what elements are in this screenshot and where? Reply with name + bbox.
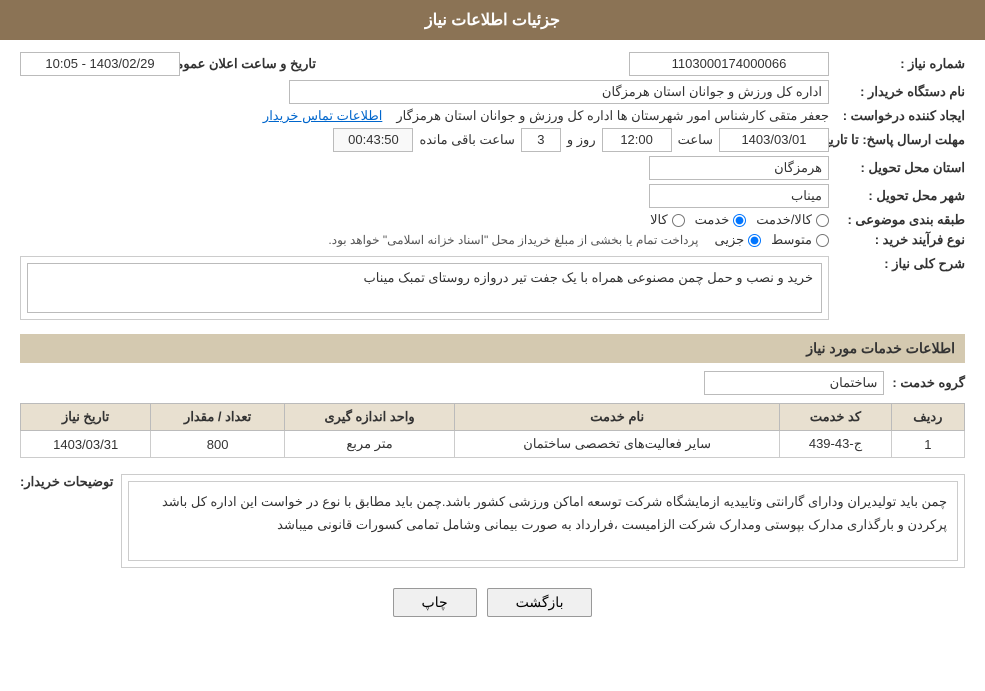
need-description-value: خرید و نصب و حمل چمن مصنوعی همراه با یک … (27, 263, 822, 313)
buyer-notes-value: چمن باید تولیدیران ودارای گارانتی وتایید… (128, 481, 958, 561)
need-number-label: شماره نیاز : (835, 56, 965, 72)
city-value: میناب (649, 184, 829, 208)
category-khedmat[interactable]: خدمت (695, 212, 747, 228)
service-group-label: گروه خدمت : (892, 375, 965, 391)
deadline-row: مهلت ارسال پاسخ: تا تاریخ: 1403/03/01 سا… (20, 128, 965, 152)
deadline-time: 12:00 (602, 128, 672, 152)
purchase-type-note: پرداخت تمام یا بخشی از مبلغ خریداز محل "… (328, 233, 698, 247)
need-description-row: شرح کلی نیاز : خرید و نصب و حمل چمن مصنو… (20, 252, 965, 324)
page-title: جزئیات اطلاعات نیاز (425, 12, 560, 29)
province-value: هرمزگان (649, 156, 829, 180)
deadline-time-label: ساعت (678, 132, 713, 148)
contact-link[interactable]: اطلاعات تماس خریدار (263, 108, 382, 124)
city-label: شهر محل تحویل : (835, 188, 965, 204)
buyer-notes-label: توضیحات خریدار: (20, 470, 113, 490)
col-unit: واحد اندازه گیری (284, 404, 454, 431)
col-qty: تعداد / مقدار (151, 404, 285, 431)
category-khedmat-label: خدمت (695, 212, 730, 228)
col-date: تاریخ نیاز (21, 404, 151, 431)
category-kala-khedmat-label: کالا/خدمت (756, 212, 812, 228)
col-code: کد خدمت (780, 404, 892, 431)
purchase-type-label: نوع فرآیند خرید : (835, 232, 965, 248)
category-kala[interactable]: کالا (650, 212, 685, 228)
created-by-value: جعفر متقی کارشناس امور شهرستان ها اداره … (396, 108, 829, 124)
remaining-time: 00:43:50 (333, 128, 413, 152)
deadline-days-label: روز و (567, 132, 596, 148)
print-button[interactable]: چاپ (393, 588, 477, 617)
buyer-org-value: اداره کل ورزش و جوانان استان هرمزگان (289, 80, 829, 104)
buyer-notes-row: چمن باید تولیدیران ودارای گارانتی وتایید… (20, 470, 965, 572)
service-group-value: ساختمان (704, 371, 884, 395)
category-kala-khedmat[interactable]: کالا/خدمت (756, 212, 829, 228)
purchase-type-radio-group: متوسط جزیی (714, 232, 829, 248)
publish-datetime-label: تاریخ و ساعت اعلان عمومی : (186, 56, 316, 72)
purchase-type-motavasset-label: متوسط (771, 232, 812, 248)
button-bar: بازگشت چاپ (20, 588, 965, 617)
created-by-row: ایجاد کننده درخواست : جعفر متقی کارشناس … (20, 108, 965, 124)
back-button[interactable]: بازگشت (487, 588, 593, 617)
category-kala-label: کالا (650, 212, 668, 228)
buyer-org-label: نام دستگاه خریدار : (835, 84, 965, 100)
need-number-value: 1103000174000066 (629, 52, 829, 76)
page-container: جزئیات اطلاعات نیاز شماره نیاز : 1103000… (0, 0, 985, 691)
publish-datetime-value: 1403/02/29 - 10:05 (20, 52, 180, 76)
created-by-label: ایجاد کننده درخواست : (835, 108, 965, 124)
purchase-type-motavasset[interactable]: متوسط (771, 232, 829, 248)
need-description-label: شرح کلی نیاز : (835, 252, 965, 272)
purchase-type-jozi[interactable]: جزیی (714, 232, 761, 248)
page-header: جزئیات اطلاعات نیاز (0, 0, 985, 40)
remaining-label: ساعت باقی مانده (419, 132, 514, 148)
need-number-row: شماره نیاز : 1103000174000066 تاریخ و سا… (20, 52, 965, 76)
table-row: 1ج-43-439سایر فعالیت‌های تخصصی ساختمانمت… (21, 431, 965, 458)
deadline-date: 1403/03/01 (719, 128, 829, 152)
purchase-type-row: نوع فرآیند خرید : متوسط جزیی پرداخت تمام… (20, 232, 965, 248)
main-content: شماره نیاز : 1103000174000066 تاریخ و سا… (0, 40, 985, 637)
category-radio-group: کالا/خدمت خدمت کالا (650, 212, 829, 228)
category-label: طبقه بندی موضوعی : (835, 212, 965, 228)
purchase-type-jozi-label: جزیی (714, 232, 744, 248)
deadline-days: 3 (521, 128, 561, 152)
services-table: ردیف کد خدمت نام خدمت واحد اندازه گیری ت… (20, 403, 965, 458)
col-name: نام خدمت (455, 404, 780, 431)
col-row: ردیف (891, 404, 964, 431)
service-group-row: گروه خدمت : ساختمان (20, 371, 965, 395)
province-row: استان محل تحویل : هرمزگان (20, 156, 965, 180)
city-row: شهر محل تحویل : میناب (20, 184, 965, 208)
deadline-label: مهلت ارسال پاسخ: تا تاریخ: (835, 132, 965, 148)
category-row: طبقه بندی موضوعی : کالا/خدمت خدمت کالا (20, 212, 965, 228)
buyer-org-row: نام دستگاه خریدار : اداره کل ورزش و جوان… (20, 80, 965, 104)
province-label: استان محل تحویل : (835, 160, 965, 176)
services-section-header: اطلاعات خدمات مورد نیاز (20, 334, 965, 363)
